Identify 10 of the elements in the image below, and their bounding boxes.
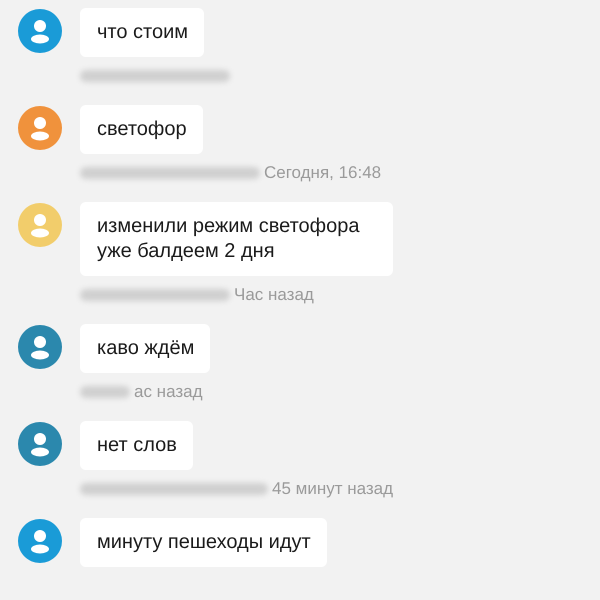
message-time: Час назад: [234, 285, 314, 305]
message-bubble: минуту пешеходы идут: [80, 518, 327, 567]
message-time: ас назад: [134, 382, 202, 402]
message-bubble: нет слов: [80, 421, 193, 470]
message-bubble: что стоим: [80, 8, 204, 57]
message-time: Сегодня, 16:48: [264, 163, 382, 183]
message-time: 45 минут назад: [272, 479, 394, 499]
message-bubble: светофор: [80, 105, 203, 154]
message-bubble: каво ждём: [80, 324, 210, 373]
message-bubble: изменили режим светофора уже балдеем 2 дня: [80, 202, 393, 276]
